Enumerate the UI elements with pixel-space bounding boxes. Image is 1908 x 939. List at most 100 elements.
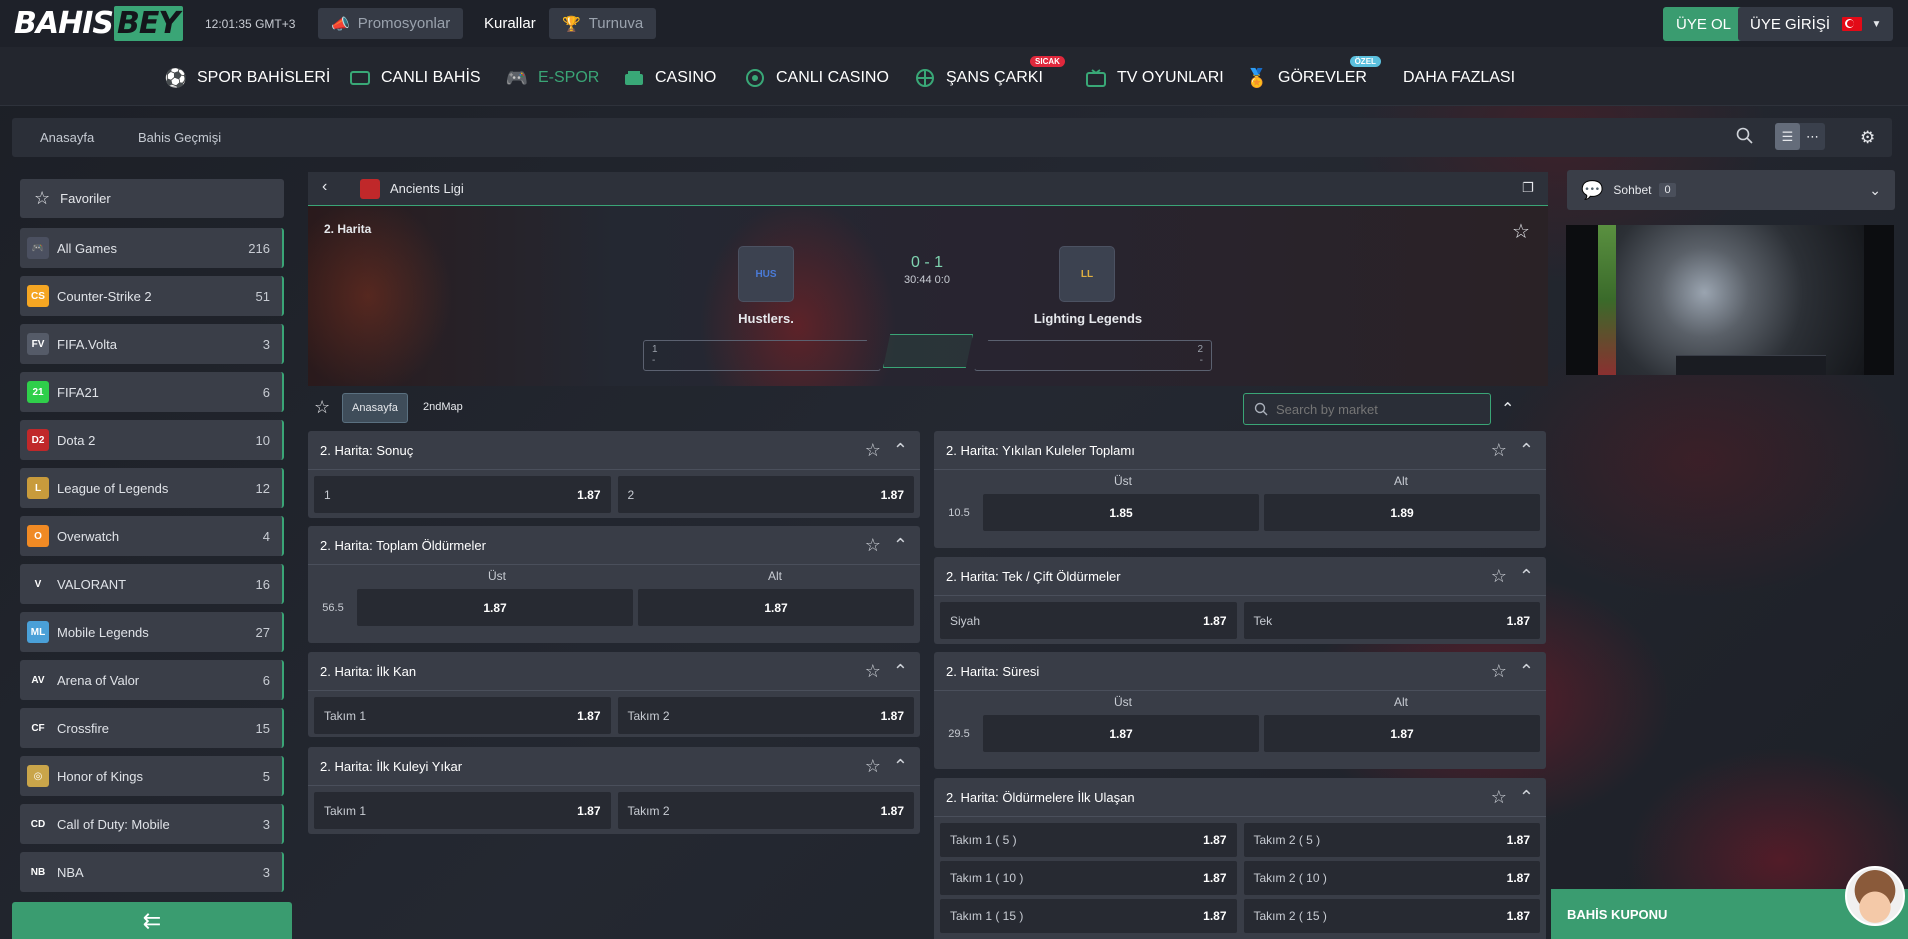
chevron-up-icon[interactable]: ⌃: [893, 535, 908, 556]
star-icon[interactable]: ☆: [865, 756, 881, 777]
sidebar-game-item[interactable]: CS Counter-Strike 2 51: [20, 276, 284, 316]
special-badge: ÖZEL: [1349, 56, 1381, 67]
star-icon[interactable]: ☆: [865, 535, 881, 556]
sidebar-favorites[interactable]: ☆ Favoriler: [20, 179, 284, 218]
sidebar-game-item[interactable]: 🎮 All Games 216: [20, 228, 284, 268]
nav-live[interactable]: CANLI BAHİS: [349, 58, 481, 98]
odd-button[interactable]: 1 1.87: [314, 476, 611, 513]
view-toggle[interactable]: ☰ ⋯: [1775, 123, 1825, 150]
dota-icon: [360, 179, 380, 199]
nav-more[interactable]: DAHA FAZLASI: [1403, 58, 1515, 98]
nav-tv-games[interactable]: TV OYUNLARI: [1085, 58, 1224, 98]
nav-casino[interactable]: CASINO: [623, 58, 716, 98]
language-selector[interactable]: ▼: [1830, 7, 1893, 41]
chevron-up-icon[interactable]: ⌃: [893, 756, 908, 777]
market-search-input[interactable]: [1276, 401, 1476, 417]
odd-button[interactable]: 2 1.87: [617, 476, 914, 513]
sidebar-game-item[interactable]: AV Arena of Valor 6: [20, 660, 284, 700]
tab-star-icon[interactable]: ☆: [314, 397, 330, 418]
sidebar-game-item[interactable]: ML Mobile Legends 27: [20, 612, 284, 652]
odd-button[interactable]: Takım 2 1.87: [617, 792, 914, 829]
crumb-history[interactable]: Bahis Geçmişi: [138, 130, 221, 145]
odd-button[interactable]: Takım 1 ( 5 ) 1.87: [940, 823, 1237, 857]
odd-button[interactable]: Takım 1 ( 15 ) 1.87: [940, 899, 1237, 933]
odd-button[interactable]: Takım 2 ( 10 ) 1.87: [1243, 861, 1540, 895]
collapse-all-icon[interactable]: ⌃: [1501, 399, 1514, 419]
sidebar-game-item[interactable]: O Overwatch 4: [20, 516, 284, 556]
star-icon[interactable]: ☆: [865, 440, 881, 461]
odd-button[interactable]: Siyah 1.87: [940, 602, 1237, 639]
hot-badge: SICAK: [1030, 56, 1065, 67]
game-icon: ML: [27, 621, 49, 643]
nav-missions[interactable]: 🏅 GÖREVLER ÖZEL: [1246, 56, 1381, 98]
more-icon[interactable]: ⋯: [1800, 123, 1825, 150]
chevron-up-icon[interactable]: ⌃: [893, 440, 908, 461]
promotions-button[interactable]: 📣 Promosyonlar: [318, 8, 464, 39]
sidebar-game-item[interactable]: V VALORANT 16: [20, 564, 284, 604]
market-title: 2. Harita: İlk Kuleyi Yıkar: [320, 758, 463, 774]
soccer-ball-icon: ⚽: [164, 67, 188, 88]
crumb-home[interactable]: Anasayfa: [40, 130, 94, 145]
odd-button[interactable]: Takım 1 ( 10 ) 1.87: [940, 861, 1237, 895]
odd-button[interactable]: Takım 2 ( 5 ) 1.87: [1243, 823, 1540, 857]
odd-button[interactable]: 1.87: [638, 589, 914, 626]
rules-link[interactable]: Kurallar: [472, 8, 548, 39]
sidebar-game-item[interactable]: D2 Dota 2 10: [20, 420, 284, 460]
sidebar-game-item[interactable]: CD Call of Duty: Mobile 3: [20, 804, 284, 844]
register-button[interactable]: ÜYE OL: [1663, 7, 1745, 41]
odd-button[interactable]: 1.87: [357, 589, 633, 626]
star-icon[interactable]: ☆: [1491, 566, 1507, 587]
search-icon[interactable]: [1736, 127, 1754, 145]
odd-button[interactable]: 1.87: [1264, 715, 1540, 752]
favorite-star-icon[interactable]: ☆: [1512, 219, 1530, 244]
live-stream-video[interactable]: [1566, 225, 1894, 375]
breadcrumb-bar: Anasayfa Bahis Geçmişi ☰ ⋯ ⚙: [12, 118, 1892, 157]
nav-wheel[interactable]: ŞANS ÇARKI SICAK: [914, 56, 1065, 98]
gear-icon[interactable]: ⚙: [1860, 128, 1875, 148]
chevron-up-icon[interactable]: ⌃: [1519, 787, 1534, 808]
odd-button[interactable]: 1.89: [1264, 494, 1540, 531]
nav-live-casino[interactable]: CANLI CASINO: [744, 58, 889, 98]
sidebar-game-item[interactable]: L League of Legends 12: [20, 468, 284, 508]
site-logo[interactable]: BAHIS BEY: [14, 6, 184, 41]
sidebar-game-item[interactable]: FV FIFA.Volta 3: [20, 324, 284, 364]
market-search[interactable]: [1243, 393, 1491, 425]
tab-home[interactable]: Anasayfa: [342, 393, 408, 423]
chevron-up-icon[interactable]: ⌃: [1519, 661, 1534, 682]
gamepad-icon: 🎮: [505, 67, 529, 88]
star-icon[interactable]: ☆: [1491, 787, 1507, 808]
star-icon[interactable]: ☆: [1491, 440, 1507, 461]
chat-icon: 💬: [1581, 179, 1604, 200]
odd-button[interactable]: Takım 1 1.87: [314, 792, 611, 829]
list-icon[interactable]: ☰: [1775, 123, 1800, 150]
sidebar-game-item[interactable]: 21 FIFA21 6: [20, 372, 284, 412]
chevron-up-icon[interactable]: ⌃: [893, 661, 908, 682]
star-icon[interactable]: ☆: [1491, 661, 1507, 682]
nav-sports[interactable]: ⚽ SPOR BAHİSLERİ: [164, 58, 331, 98]
popout-icon[interactable]: ❐: [1522, 180, 1534, 196]
tab-2ndmap[interactable]: 2ndMap: [423, 401, 463, 413]
sidebar-game-item[interactable]: ◎ Honor of Kings 5: [20, 756, 284, 796]
odd-button[interactable]: 1.87: [983, 715, 1259, 752]
team1-name: Hustlers.: [738, 311, 794, 326]
odd-button[interactable]: Takım 2 ( 15 ) 1.87: [1243, 899, 1540, 933]
chat-panel-header[interactable]: 💬 Sohbet 0 ⌄: [1567, 170, 1895, 210]
wheel-icon: [914, 67, 936, 89]
sidebar-collapse-button[interactable]: ⇇: [12, 902, 292, 939]
back-arrow-icon[interactable]: ‹: [322, 178, 327, 196]
chevron-up-icon[interactable]: ⌃: [1519, 566, 1534, 587]
tournament-button[interactable]: 🏆 Turnuva: [549, 8, 657, 39]
nav-esports[interactable]: 🎮 E-SPOR: [505, 58, 600, 98]
sidebar-game-item[interactable]: CF Crossfire 15: [20, 708, 284, 748]
odd-button[interactable]: Tek 1.87: [1243, 602, 1540, 639]
chevron-down-icon[interactable]: ⌄: [1869, 182, 1881, 199]
odd-button[interactable]: Takım 1 1.87: [314, 697, 611, 734]
odd-button[interactable]: 1.85: [983, 494, 1259, 531]
star-icon: ☆: [34, 188, 51, 208]
sidebar-game-item[interactable]: NB NBA 3: [20, 852, 284, 892]
star-icon[interactable]: ☆: [865, 661, 881, 682]
chevron-up-icon[interactable]: ⌃: [1519, 440, 1534, 461]
support-avatar[interactable]: [1845, 866, 1905, 926]
odd-button[interactable]: Takım 2 1.87: [617, 697, 914, 734]
login-button[interactable]: ÜYE GİRİŞİ: [1738, 7, 1843, 41]
